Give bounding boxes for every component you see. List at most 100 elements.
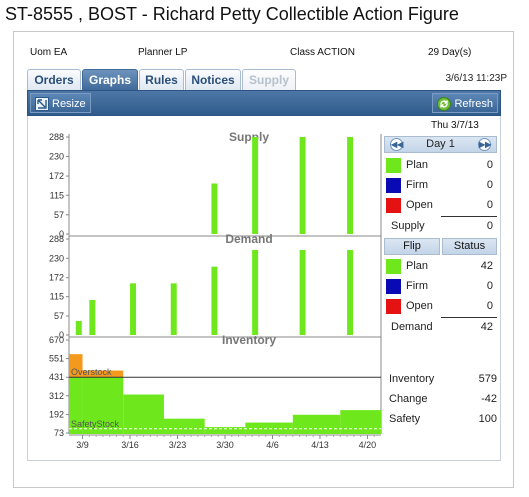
y-tick-label: 115	[50, 190, 64, 200]
inventory-area	[204, 427, 246, 434]
timestamp: 3/6/13 11:23P	[445, 73, 507, 84]
supply-total-rule	[441, 216, 497, 217]
inventory-area	[340, 410, 381, 434]
demand-plan-row: Plan 42	[383, 258, 497, 275]
y-tick-label: 670	[49, 335, 64, 345]
day-navigator: ◀◀ Day 1 ▶▶	[384, 136, 497, 153]
y-tick-label: 312	[49, 391, 64, 401]
safety-value: 100	[478, 413, 497, 425]
resize-button[interactable]: Resize	[30, 93, 91, 113]
x-tick-label: 4/13	[311, 440, 329, 450]
inventory-row: Inventory 579	[389, 373, 497, 389]
inventory-label: Inventory	[389, 373, 435, 385]
refresh-icon	[437, 97, 452, 112]
supply-firm-row: Firm 0	[383, 177, 497, 194]
y-tick-label: 431	[49, 372, 64, 382]
inventory-area	[123, 394, 164, 434]
firm-swatch	[386, 279, 401, 294]
tab-graphs[interactable]: Graphs	[82, 69, 138, 90]
overstock-label: Overstock	[71, 367, 112, 377]
plan-label: Plan	[406, 260, 429, 272]
y-tick-label: 57	[54, 311, 64, 321]
y-tick-label: 192	[49, 409, 64, 419]
panel-title: Inventory	[222, 333, 276, 347]
demand-open-row: Open 0	[383, 298, 497, 315]
bar	[130, 283, 137, 335]
next-day-button[interactable]: ▶▶	[478, 138, 491, 151]
safety-label: Safety	[389, 413, 421, 425]
panel-title: Demand	[225, 232, 272, 246]
change-row: Change -42	[389, 393, 497, 409]
demand-total-rule	[441, 317, 497, 318]
x-tick-label: 4/6	[266, 440, 279, 450]
safety-row: Safety 100	[389, 413, 497, 429]
bar	[211, 266, 218, 335]
x-tick-label: 4/20	[359, 440, 377, 450]
open-label: Open	[406, 199, 433, 211]
bar	[75, 321, 82, 335]
demand-total-row: Demand 42	[383, 320, 497, 336]
firm-label: Firm	[406, 280, 428, 292]
y-tick-label: 115	[50, 292, 64, 302]
supply-total-label: Supply	[391, 220, 425, 232]
open-value: 0	[486, 300, 493, 312]
resize-label: Resize	[52, 98, 86, 110]
bar	[299, 250, 306, 335]
supply-plan-row: Plan 0	[383, 157, 497, 174]
change-label: Change	[389, 393, 428, 405]
y-tick-label: 230	[49, 152, 64, 162]
x-tick-label: 3/9	[76, 440, 89, 450]
demand-firm-row: Firm 0	[383, 278, 497, 295]
bar	[252, 137, 259, 234]
supply-open-row: Open 0	[383, 197, 497, 214]
plan-swatch	[386, 158, 401, 173]
y-tick-label: 73	[54, 428, 64, 438]
y-tick-label: 288	[49, 234, 64, 244]
uom-label: Uom EA	[30, 47, 68, 58]
flip-button[interactable]: Flip	[384, 238, 440, 255]
open-label: Open	[406, 300, 433, 312]
supply-total-value: 0	[486, 220, 493, 232]
plan-value: 42	[480, 260, 493, 272]
y-tick-label: 172	[49, 273, 64, 283]
firm-value: 0	[486, 179, 493, 191]
graph-toolbar: Resize Refresh	[27, 90, 501, 116]
open-swatch	[386, 198, 401, 213]
tab-notices[interactable]: Notices	[185, 69, 241, 90]
bar	[211, 183, 218, 234]
x-tick-label: 3/30	[216, 440, 234, 450]
demand-total-label: Demand	[391, 321, 433, 333]
y-tick-label: 57	[54, 210, 64, 220]
y-tick-label: 172	[49, 171, 64, 181]
bar	[252, 250, 259, 335]
firm-label: Firm	[406, 179, 428, 191]
plan-value: 0	[486, 159, 493, 171]
tab-orders[interactable]: Orders	[27, 69, 81, 90]
bar	[170, 283, 177, 335]
window-title: ST-8555 , BOST - Richard Petty Collectib…	[5, 4, 459, 24]
status-button[interactable]: Status	[442, 238, 497, 255]
selected-date: Thu 3/7/13	[431, 120, 479, 131]
bar	[347, 250, 354, 335]
x-tick-label: 3/23	[169, 440, 187, 450]
demand-total-value: 42	[480, 321, 493, 333]
open-swatch	[386, 299, 401, 314]
x-tick-label: 3/16	[121, 440, 139, 450]
refresh-button[interactable]: Refresh	[432, 93, 498, 113]
firm-swatch	[386, 178, 401, 193]
inventory-area	[292, 414, 341, 434]
graphs-svg: 057115172230288 Supply057115172230288 Dema…	[49, 130, 382, 450]
supply-total-row: Supply 0	[383, 219, 497, 235]
panel-title: Supply	[229, 130, 269, 144]
bar	[347, 137, 354, 234]
planner-label: Planner LP	[138, 47, 188, 58]
change-value: -42	[481, 393, 497, 405]
tab-supply: Supply	[242, 69, 296, 90]
y-tick-label: 288	[49, 132, 64, 142]
inventory-area	[245, 422, 293, 434]
tab-rules[interactable]: Rules	[139, 69, 184, 90]
safety-label: SafetyStock	[71, 419, 120, 429]
plan-label: Plan	[406, 159, 429, 171]
plan-swatch	[386, 259, 401, 274]
bar	[89, 300, 96, 335]
